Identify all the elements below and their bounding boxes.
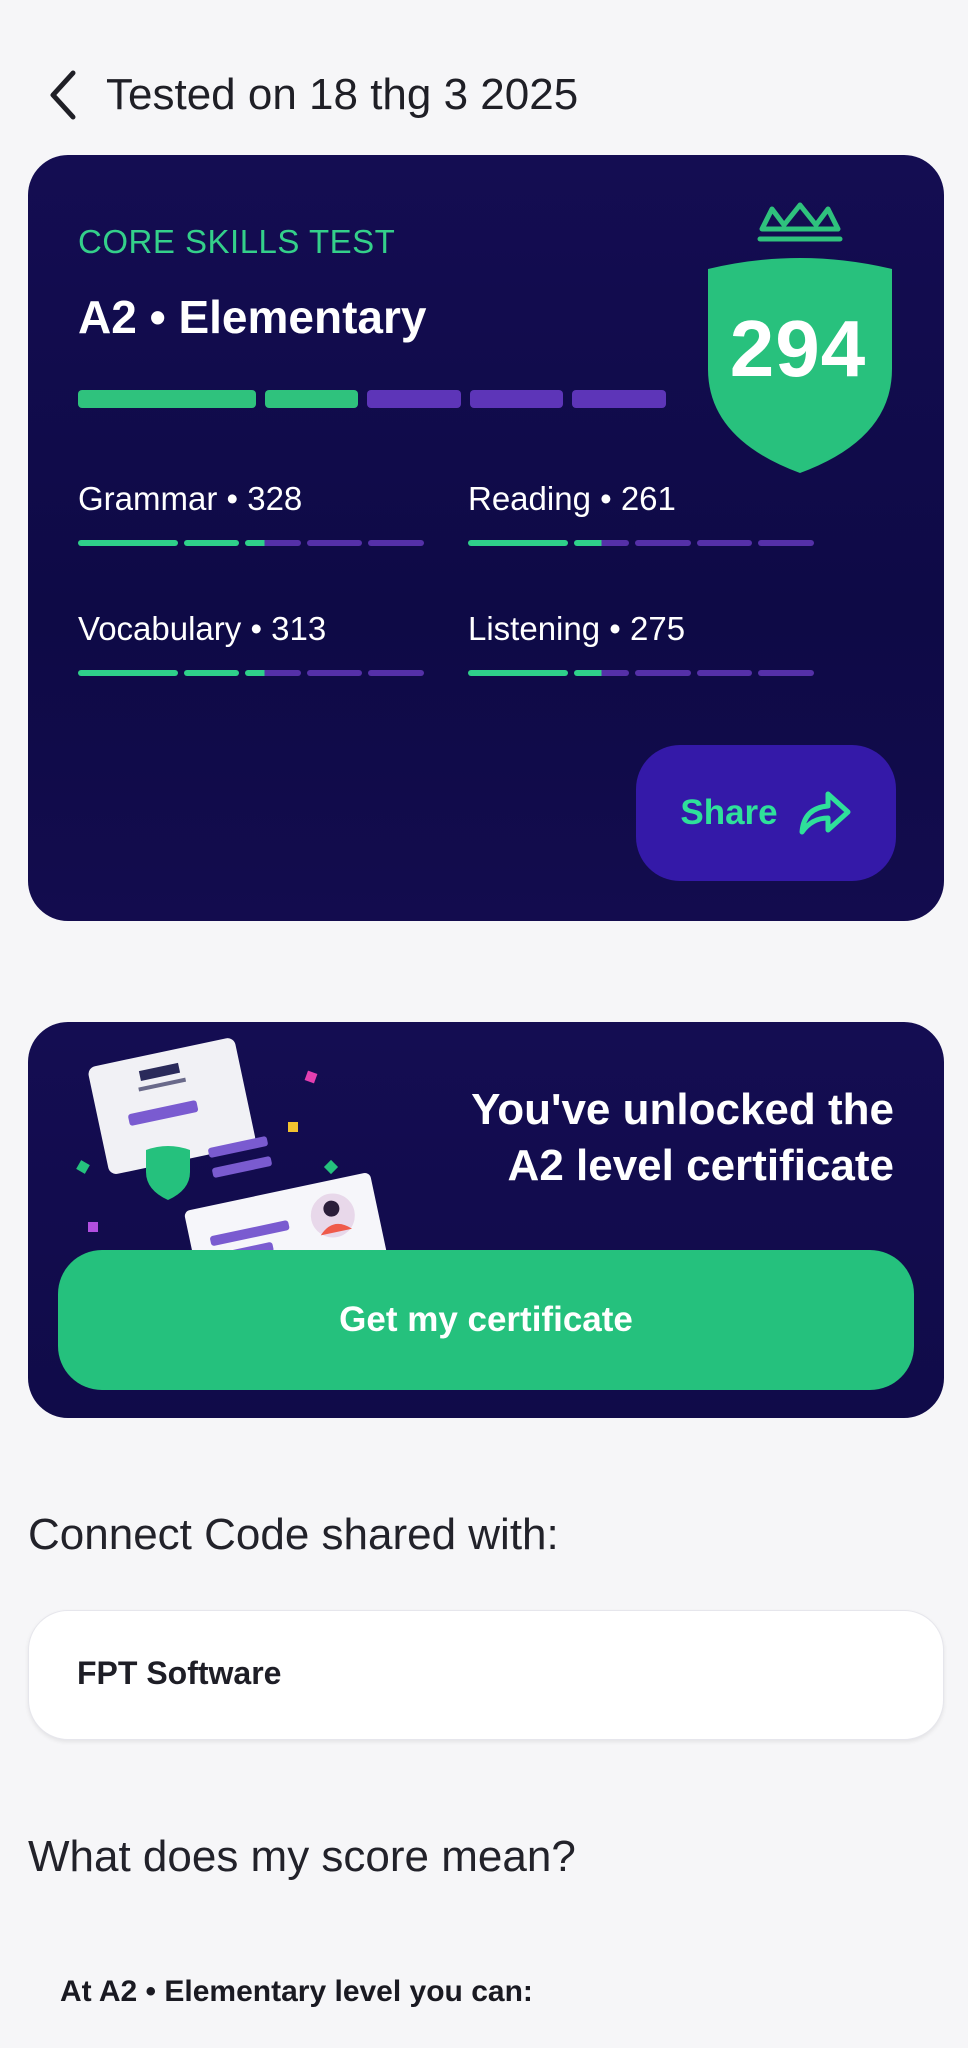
- skill-progress-bar: [78, 540, 424, 546]
- progress-segment: [573, 670, 630, 676]
- progress-segment: [367, 390, 461, 408]
- progress-segment: [245, 670, 301, 676]
- level-title: A2 • Elementary: [78, 291, 427, 343]
- skill-listening: Listening • 275: [468, 610, 818, 676]
- progress-segment: [306, 540, 363, 546]
- skill-grammar: Grammar • 328: [78, 480, 428, 546]
- skill-progress-bar: [468, 670, 814, 676]
- progress-segment: [468, 540, 568, 546]
- overall-score: 294: [729, 304, 867, 393]
- certificate-card: You've unlocked the A2 level certificate…: [28, 1022, 944, 1418]
- progress-segment: [245, 540, 301, 546]
- progress-segment: [264, 390, 359, 408]
- progress-segment: [78, 390, 256, 408]
- page-header: Tested on 18 thg 3 2025: [40, 60, 578, 130]
- progress-segment: [183, 670, 240, 676]
- skill-label: Vocabulary • 313: [78, 610, 327, 647]
- page-title: Tested on 18 thg 3 2025: [106, 70, 579, 119]
- skill-progress-bar: [468, 540, 814, 546]
- progress-segment: [635, 670, 691, 676]
- certificate-title-line2: A2 level certificate: [507, 1141, 894, 1190]
- progress-segment: [635, 540, 691, 546]
- progress-segment: [758, 670, 814, 676]
- skill-vocabulary: Vocabulary • 313: [78, 610, 428, 676]
- share-label: Share: [680, 793, 778, 832]
- skill-progress-bar: [78, 670, 424, 676]
- progress-segment: [78, 670, 178, 676]
- progress-segment: [469, 390, 564, 408]
- skill-reading: Reading • 261: [468, 480, 818, 546]
- share-button[interactable]: Share: [636, 745, 896, 881]
- skill-label: Grammar • 328: [78, 480, 303, 517]
- back-button[interactable]: [40, 65, 84, 125]
- progress-segment: [183, 540, 240, 546]
- score-meaning-line: At A2 • Elementary level you can:: [60, 1975, 533, 2008]
- chevron-left-icon: [50, 70, 76, 120]
- shared-with-item[interactable]: FPT Software: [28, 1610, 944, 1740]
- get-certificate-button[interactable]: Get my certificate: [58, 1250, 914, 1390]
- skill-label: Listening • 275: [468, 610, 686, 647]
- progress-segment: [306, 670, 363, 676]
- score-card: CORE SKILLS TEST A2 • Elementary 294 Gra…: [28, 155, 944, 921]
- certificate-illustration: [76, 1038, 388, 1252]
- progress-segment: [368, 540, 424, 546]
- progress-segment: [573, 540, 630, 546]
- skill-label: Reading • 261: [468, 480, 676, 517]
- progress-segment: [78, 540, 178, 546]
- progress-segment: [368, 670, 424, 676]
- overall-progress-bar: [78, 390, 667, 408]
- progress-segment: [572, 390, 667, 408]
- share-arrow-icon: [799, 791, 851, 835]
- shared-organization: FPT Software: [77, 1655, 282, 1691]
- test-name: CORE SKILLS TEST: [78, 223, 396, 260]
- progress-segment: [696, 670, 753, 676]
- progress-segment: [696, 540, 753, 546]
- certificate-title-line1: You've unlocked the: [471, 1085, 894, 1134]
- progress-segment: [758, 540, 814, 546]
- certificate-title: You've unlocked the A2 level certificate: [374, 1082, 894, 1194]
- progress-segment: [468, 670, 568, 676]
- score-meaning-heading: What does my score mean?: [28, 1832, 576, 1881]
- connect-code-heading: Connect Code shared with:: [28, 1510, 559, 1559]
